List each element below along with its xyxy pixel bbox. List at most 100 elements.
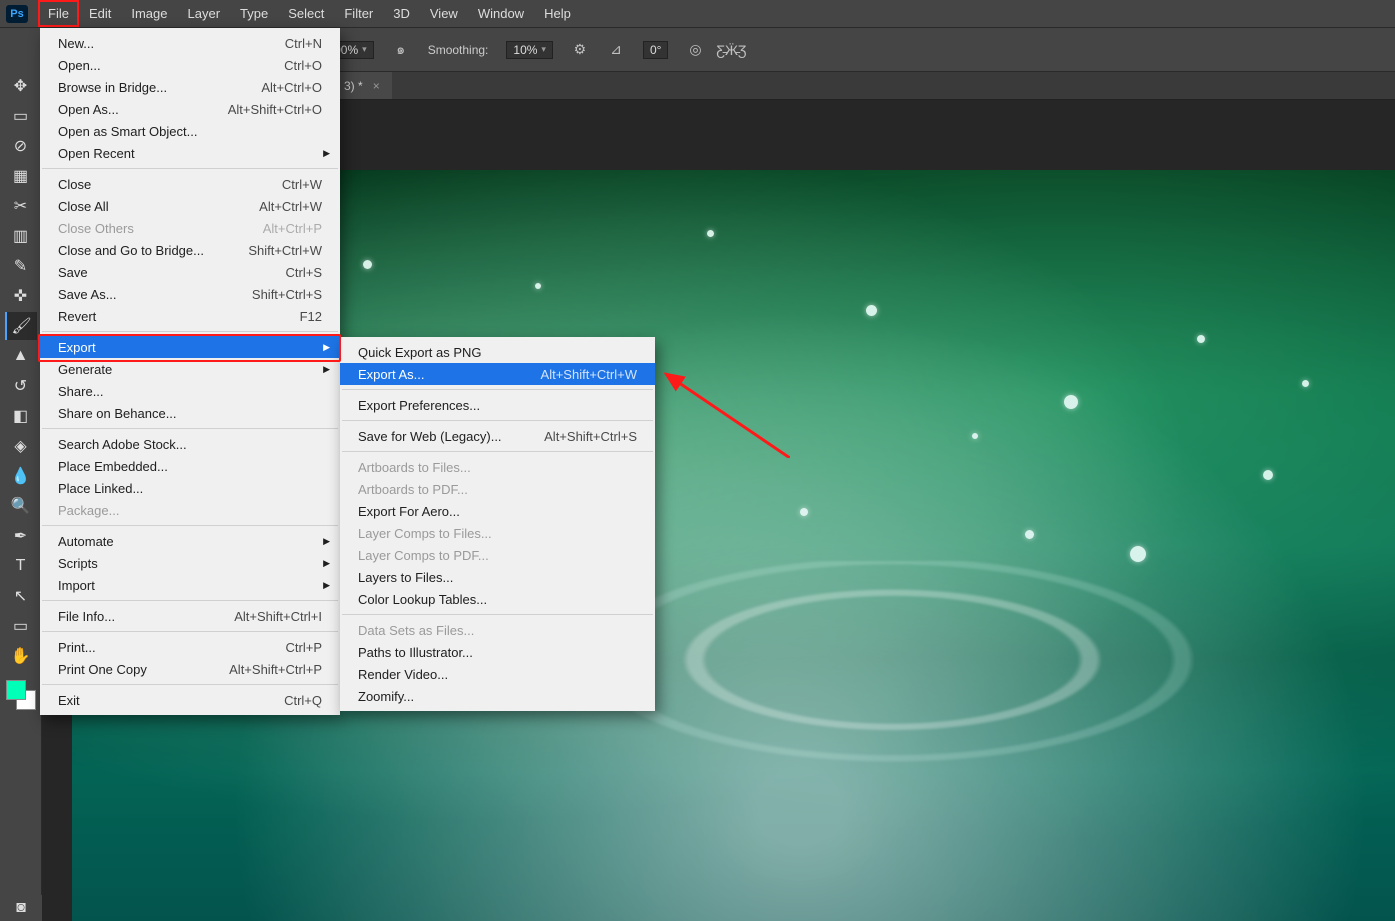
file-menu-item-1[interactable]: Open...Ctrl+O — [40, 54, 340, 76]
export-menu-item-16[interactable]: Paths to Illustrator... — [340, 641, 655, 663]
app-logo: Ps — [6, 5, 28, 23]
file-menu-item-7[interactable]: CloseCtrl+W — [40, 173, 340, 195]
menu-image[interactable]: Image — [121, 0, 177, 27]
file-menu-item-3[interactable]: Open As...Alt+Shift+Ctrl+O — [40, 98, 340, 120]
path-select-tool-icon[interactable]: ↖ — [5, 582, 37, 610]
file-menu-item-label: Generate — [58, 362, 112, 377]
menu-select[interactable]: Select — [278, 0, 334, 27]
export-menu-item-15: Data Sets as Files... — [340, 619, 655, 641]
file-menu-item-15[interactable]: Export — [40, 336, 340, 358]
file-menu-item-8[interactable]: Close AllAlt+Ctrl+W — [40, 195, 340, 217]
file-menu-item-31[interactable]: Print...Ctrl+P — [40, 636, 340, 658]
frame-tool-icon[interactable]: ▥ — [5, 222, 37, 250]
airbrush-icon[interactable]: ๑ — [392, 41, 410, 59]
menu-filter[interactable]: Filter — [334, 0, 383, 27]
angle-field[interactable]: 0° — [643, 41, 668, 59]
file-menu-item-22[interactable]: Place Linked... — [40, 477, 340, 499]
file-menu-item-5[interactable]: Open Recent — [40, 142, 340, 164]
file-menu-item-label: New... — [58, 36, 94, 51]
butterfly-icon[interactable]: Ƹ̵Ӝ̵Ʒ — [722, 41, 740, 59]
menu-file[interactable]: File — [38, 0, 79, 27]
export-menu-item-17[interactable]: Render Video... — [340, 663, 655, 685]
menu-3d[interactable]: 3D — [383, 0, 420, 27]
file-menu-item-shortcut: Alt+Ctrl+W — [259, 199, 322, 214]
crop-tool-icon[interactable]: ✂ — [5, 192, 37, 220]
type-tool-icon[interactable]: T — [5, 552, 37, 580]
export-menu-item-label: Layer Comps to Files... — [358, 526, 492, 541]
file-menu-item-label: Close — [58, 177, 91, 192]
smoothing-field[interactable]: 10%▾ — [506, 41, 553, 59]
healing-tool-icon[interactable]: ✜ — [5, 282, 37, 310]
menu-window[interactable]: Window — [468, 0, 534, 27]
file-menu-item-13[interactable]: RevertF12 — [40, 305, 340, 327]
file-menu-item-26[interactable]: Scripts — [40, 552, 340, 574]
export-menu-item-label: Layers to Files... — [358, 570, 453, 585]
file-menu-item-11[interactable]: Save Ctrl+S — [40, 261, 340, 283]
export-menu-item-5[interactable]: Save for Web (Legacy)...Alt+Shift+Ctrl+S — [340, 425, 655, 447]
stamp-tool-icon[interactable]: ▲ — [5, 342, 37, 370]
file-menu-item-25[interactable]: Automate — [40, 530, 340, 552]
file-menu-item-label: Print... — [58, 640, 96, 655]
file-menu-item-4[interactable]: Open as Smart Object... — [40, 120, 340, 142]
file-menu-item-label: Open As... — [58, 102, 119, 117]
file-menu-item-21[interactable]: Place Embedded... — [40, 455, 340, 477]
brush-tool-icon[interactable]: 🖌 — [5, 312, 37, 340]
file-menu-item-12[interactable]: Save As...Shift+Ctrl+S — [40, 283, 340, 305]
hand-tool-icon[interactable]: ✋ — [5, 642, 37, 670]
file-menu-item-0[interactable]: New...Ctrl+N — [40, 32, 340, 54]
export-menu-item-label: Zoomify... — [358, 689, 414, 704]
file-menu-item-34[interactable]: ExitCtrl+Q — [40, 689, 340, 711]
export-menu-item-9[interactable]: Export For Aero... — [340, 500, 655, 522]
export-menu-item-label: Artboards to PDF... — [358, 482, 468, 497]
export-menu-item-1[interactable]: Export As...Alt+Shift+Ctrl+W — [340, 363, 655, 385]
menu-view[interactable]: View — [420, 0, 468, 27]
file-menu-item-32[interactable]: Print One CopyAlt+Shift+Ctrl+P — [40, 658, 340, 680]
pen-tool-icon[interactable]: ✒ — [5, 522, 37, 550]
export-menu-item-8: Artboards to PDF... — [340, 478, 655, 500]
dodge-tool-icon[interactable]: 🔍 — [5, 492, 37, 520]
shape-tool-icon[interactable]: ▭ — [5, 612, 37, 640]
file-menu-item-shortcut: Alt+Ctrl+P — [263, 221, 322, 236]
eraser-tool-icon[interactable]: ◧ — [5, 402, 37, 430]
file-menu-item-label: Save — [58, 265, 88, 280]
file-menu-item-17[interactable]: Share... — [40, 380, 340, 402]
file-menu-item-18[interactable]: Share on Behance... — [40, 402, 340, 424]
history-brush-tool-icon[interactable]: ↺ — [5, 372, 37, 400]
menu-layer[interactable]: Layer — [178, 0, 231, 27]
file-menu-item-29[interactable]: File Info...Alt+Shift+Ctrl+I — [40, 605, 340, 627]
blur-tool-icon[interactable]: 💧 — [5, 462, 37, 490]
color-swatches[interactable] — [6, 680, 36, 710]
tool-palette: ✥ ▭ ⊘ ▦ ✂ ▥ ✎ ✜ 🖌 ▲ ↺ ◧ ◈ 💧 🔍 ✒ T ↖ ▭ ✋ — [0, 28, 42, 921]
menu-edit[interactable]: Edit — [79, 0, 121, 27]
foreground-color-swatch[interactable] — [6, 680, 26, 700]
export-menu-item-12[interactable]: Layers to Files... — [340, 566, 655, 588]
export-menu-item-3[interactable]: Export Preferences... — [340, 394, 655, 416]
export-menu-item-13[interactable]: Color Lookup Tables... — [340, 588, 655, 610]
target-icon[interactable]: ◎ — [686, 41, 704, 59]
file-menu-item-label: Export — [58, 340, 96, 355]
file-menu-item-16[interactable]: Generate — [40, 358, 340, 380]
file-menu-item-label: Search Adobe Stock... — [58, 437, 187, 452]
export-menu-item-0[interactable]: Quick Export as PNG — [340, 341, 655, 363]
menu-help[interactable]: Help — [534, 0, 581, 27]
file-menu-item-20[interactable]: Search Adobe Stock... — [40, 433, 340, 455]
eyedropper-tool-icon[interactable]: ✎ — [5, 252, 37, 280]
magic-wand-tool-icon[interactable]: ▦ — [5, 162, 37, 190]
file-menu-item-label: Open... — [58, 58, 101, 73]
document-tab[interactable]: 3) * × — [332, 72, 392, 99]
file-menu-item-2[interactable]: Browse in Bridge...Alt+Ctrl+O — [40, 76, 340, 98]
gear-icon[interactable]: ⚙ — [571, 41, 589, 59]
gradient-tool-icon[interactable]: ◈ — [5, 432, 37, 460]
file-menu-item-shortcut: Ctrl+S — [286, 265, 322, 280]
lasso-tool-icon[interactable]: ⊘ — [5, 132, 37, 160]
marquee-tool-icon[interactable]: ▭ — [5, 102, 37, 130]
export-menu-item-18[interactable]: Zoomify... — [340, 685, 655, 707]
file-menu-item-27[interactable]: Import — [40, 574, 340, 596]
file-menu-item-shortcut: Shift+Ctrl+S — [252, 287, 322, 302]
menu-type[interactable]: Type — [230, 0, 278, 27]
file-menu-item-label: Open as Smart Object... — [58, 124, 197, 139]
quickmask-icon[interactable]: ◙ — [0, 895, 42, 921]
file-menu-item-10[interactable]: Close and Go to Bridge...Shift+Ctrl+W — [40, 239, 340, 261]
move-tool-icon[interactable]: ✥ — [5, 72, 37, 100]
close-icon[interactable]: × — [373, 79, 380, 93]
